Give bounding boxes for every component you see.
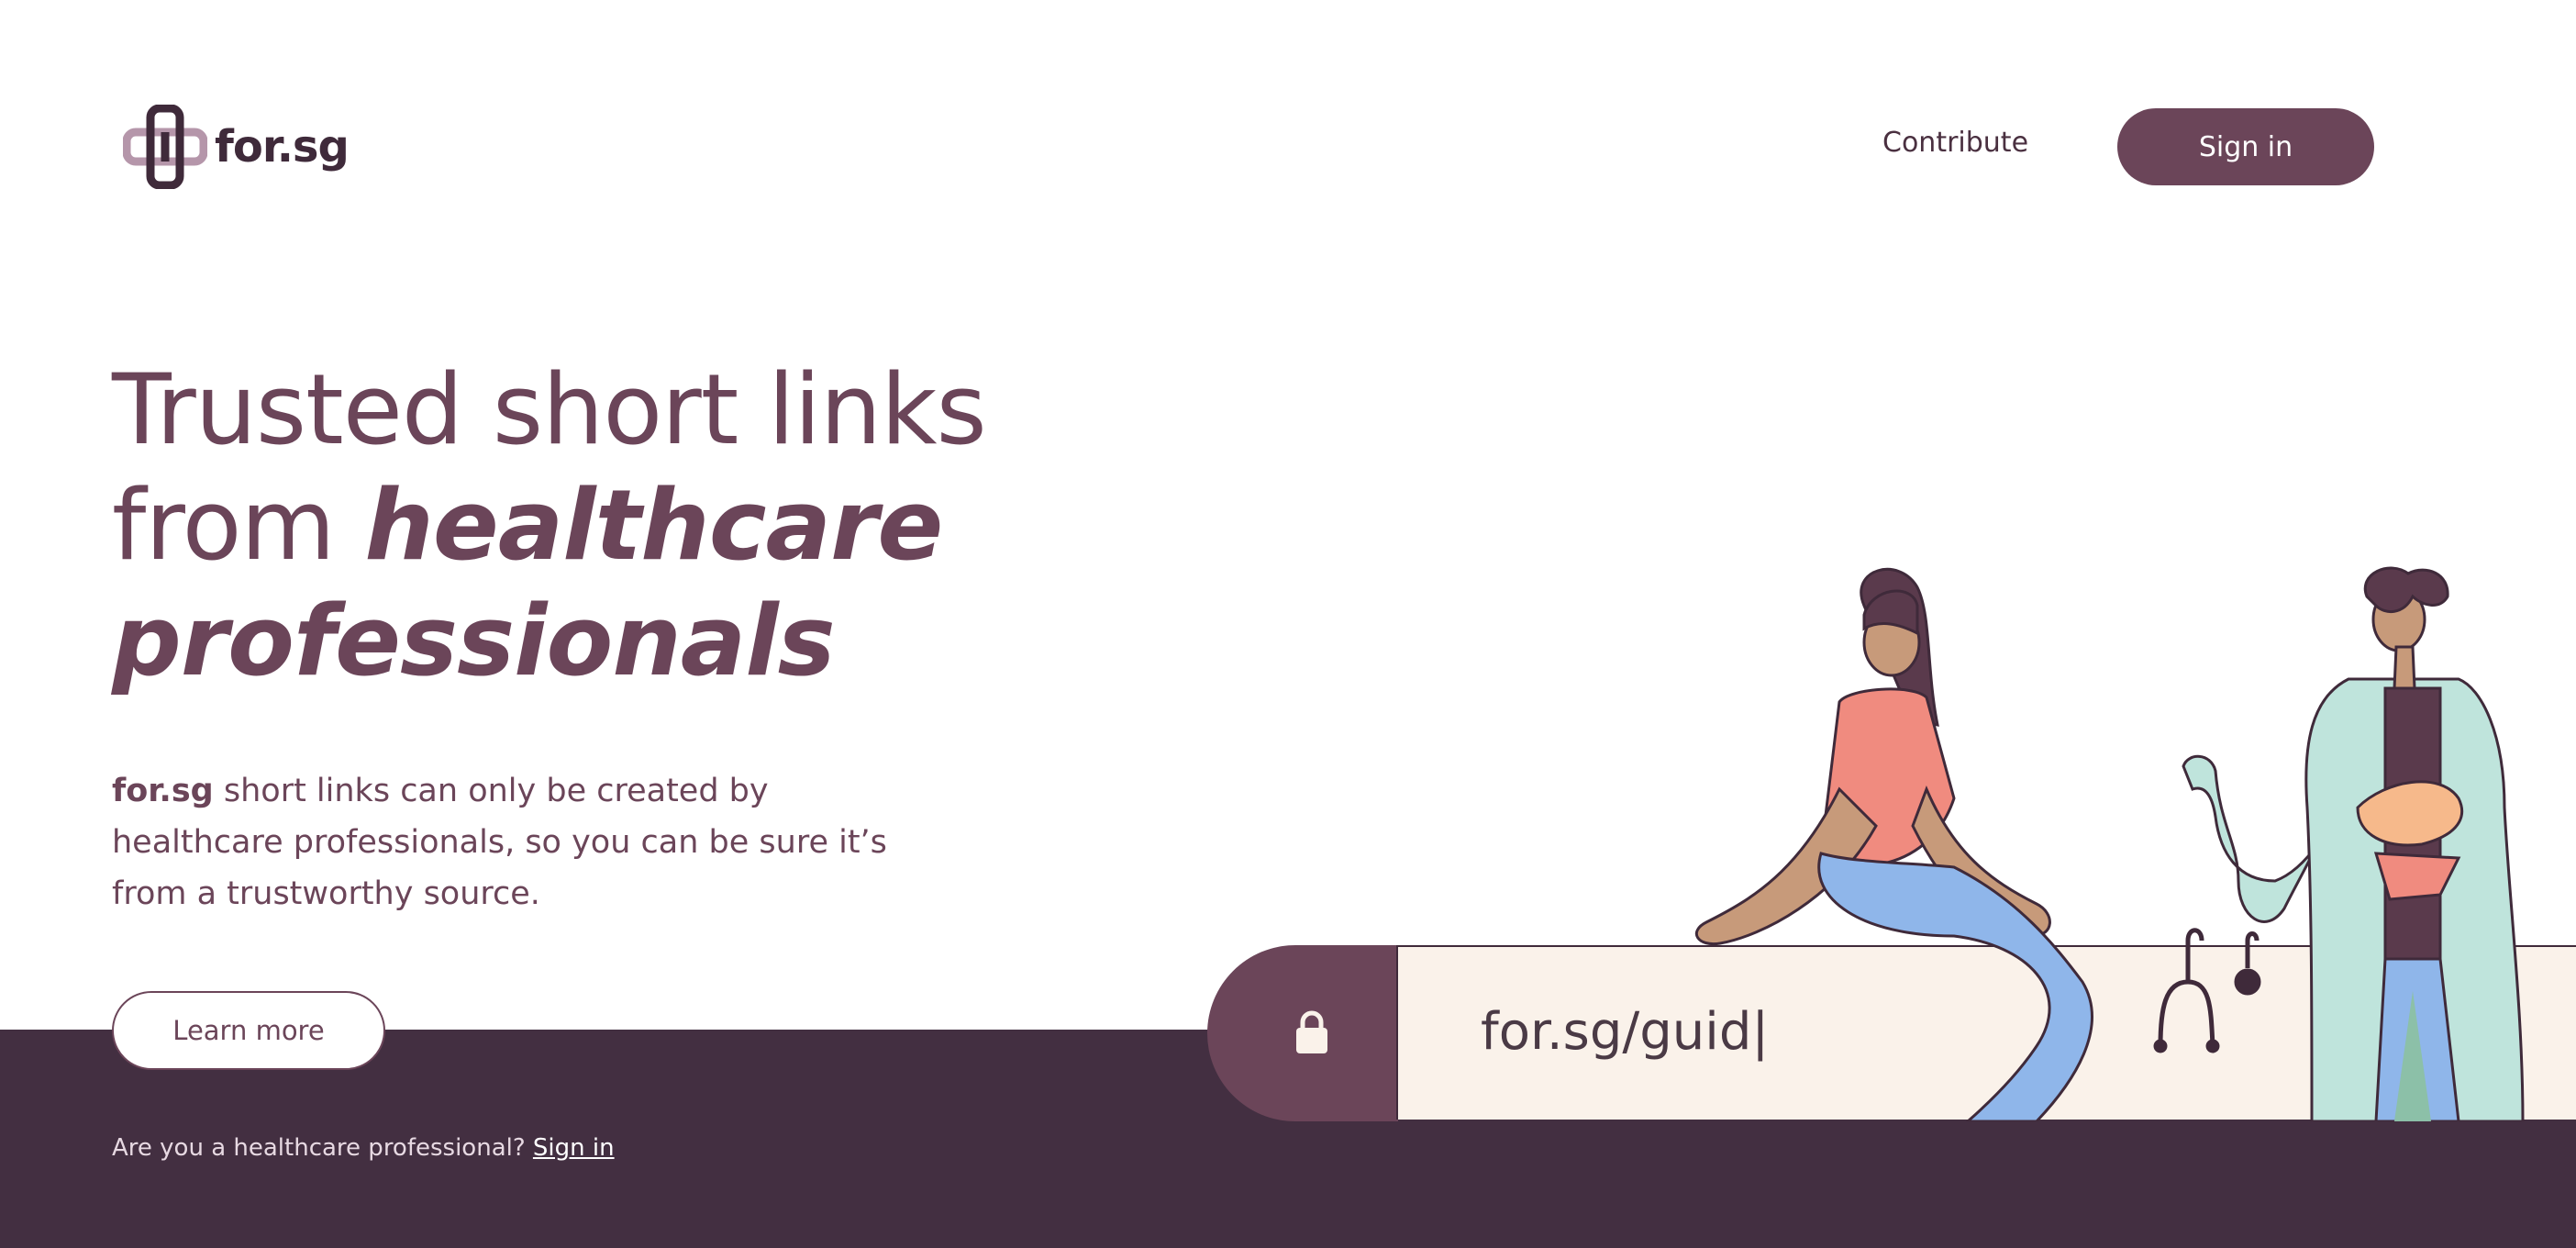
woman-figure xyxy=(1694,567,2093,1121)
footer-signin-prompt: Are you a healthcare professional? Sign … xyxy=(112,1134,615,1162)
doctor-figure xyxy=(2182,566,2525,1121)
stethoscope xyxy=(2153,928,2261,1053)
hero-description: for.sg short links can only be created b… xyxy=(112,765,901,919)
brand-name: for.sg xyxy=(215,121,350,173)
footer-signin-link[interactable]: Sign in xyxy=(533,1134,615,1162)
hero-desc-brand: for.sg xyxy=(112,773,214,809)
logo[interactable]: for.sg xyxy=(123,105,350,189)
hero-desc-text: short links can only be created by healt… xyxy=(112,773,887,912)
hero-title-from: from xyxy=(112,469,365,582)
learn-more-button[interactable]: Learn more xyxy=(112,991,385,1070)
cross-link-logo-icon xyxy=(123,105,207,189)
hero-title: Trusted short links from healthcare prof… xyxy=(112,352,1121,699)
contribute-link[interactable]: Contribute xyxy=(1882,127,2028,159)
healthcare-illustration xyxy=(1694,566,2525,1121)
lock-icon xyxy=(1296,1010,1327,1053)
hero-title-line1: Trusted short links xyxy=(112,353,987,466)
sign-in-button[interactable]: Sign in xyxy=(2117,108,2374,185)
hero-title-healthcare: healthcare xyxy=(364,469,943,582)
header: for.sg Contribute Sign in xyxy=(0,0,2576,294)
hero-title-professionals: professionals xyxy=(112,585,836,697)
footer-question: Are you a healthcare professional? xyxy=(112,1134,533,1162)
